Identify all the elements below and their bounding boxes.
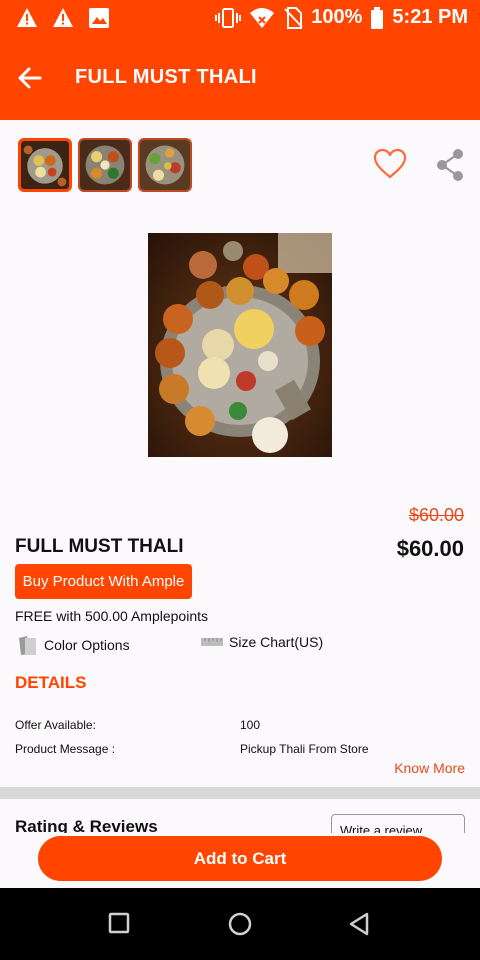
product-name: FULL MUST THALI <box>15 536 184 557</box>
share-icon[interactable] <box>436 148 464 182</box>
thumbnail-image <box>80 140 130 190</box>
thumbnail-image <box>140 140 190 190</box>
app-bar: FULL MUST THALI <box>0 36 480 120</box>
warning-icon <box>17 8 37 27</box>
no-sim-icon <box>284 6 303 29</box>
system-nav-bar <box>0 888 480 960</box>
know-more-link[interactable]: Know More <box>394 760 465 776</box>
offer-label: Offer Available: <box>15 718 96 732</box>
thumbnail-strip <box>18 138 192 192</box>
color-options-label: Color Options <box>44 637 130 653</box>
product-image <box>148 233 332 457</box>
size-chart[interactable]: Size Chart(US) <box>201 634 323 650</box>
reviews-heading: Rating & Reviews <box>15 817 158 833</box>
thumbnail-1[interactable] <box>18 138 72 192</box>
original-price: $60.00 <box>408 505 464 525</box>
write-review-button[interactable]: Write a review <box>331 814 465 833</box>
buy-with-ample-button[interactable]: Buy Product With Ample <box>15 564 192 599</box>
color-swatch-icon <box>19 636 36 655</box>
battery-percent: 100% <box>311 6 363 28</box>
vibrate-icon <box>215 7 242 28</box>
image-icon <box>89 8 109 28</box>
details-heading: DETAILS <box>15 673 87 692</box>
amplepoints-text: FREE with 500.00 Amplepoints <box>15 608 208 624</box>
back-arrow-icon[interactable] <box>16 64 44 92</box>
home-icon[interactable] <box>228 912 252 936</box>
recents-icon[interactable] <box>108 912 130 934</box>
battery-icon <box>371 6 384 29</box>
ruler-icon <box>201 638 223 646</box>
clock: 5:21 PM <box>392 6 468 28</box>
status-bar: 100% 5:21 PM <box>0 0 480 36</box>
thumbnail-2[interactable] <box>78 138 132 192</box>
offer-value: 100 <box>240 718 261 732</box>
warning-icon <box>53 8 73 27</box>
back-icon[interactable] <box>348 912 370 936</box>
heart-icon[interactable] <box>373 148 407 180</box>
current-price: $60.00 <box>396 536 464 561</box>
thumbnail-image <box>21 141 69 189</box>
reviews-section: Rating & Reviews Write a review <box>0 799 480 833</box>
product-message-label: Product Message : <box>15 742 116 756</box>
product-message-value: Pickup Thali From Store <box>240 742 369 756</box>
wifi-icon <box>250 7 275 28</box>
add-to-cart-button[interactable]: Add to Cart <box>38 836 442 881</box>
size-chart-label: Size Chart(US) <box>229 634 324 650</box>
page-title: FULL MUST THALI <box>75 66 257 88</box>
thumbnail-3[interactable] <box>138 138 192 192</box>
section-divider <box>0 787 480 799</box>
color-options[interactable]: Color Options <box>16 634 130 656</box>
